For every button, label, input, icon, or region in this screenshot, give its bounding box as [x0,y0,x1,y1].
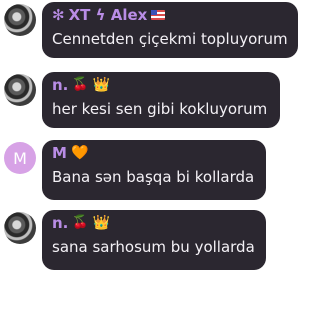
avatar[interactable] [4,212,36,244]
cherry-icon: 🍒 [72,77,89,92]
sender-name[interactable]: M [52,144,67,162]
avatar[interactable] [4,4,36,36]
sender-name[interactable]: n. [52,76,68,94]
message-bubble[interactable]: n. 🍒 👑 sana sarhosum bu yollarda [42,210,266,270]
sender-name[interactable]: n. [52,214,68,232]
flag-icon [151,10,166,20]
message-text: Cennetden çiçekmi topluyorum [52,30,288,48]
avatar[interactable] [4,74,36,106]
crown-icon: 👑 [92,215,111,231]
sender-name-row: M 🧡 [52,144,256,162]
message-text: sana sarhosum bu yollarda [52,238,255,256]
avatar[interactable]: M [4,142,36,174]
heart-icon: 🧡 [70,145,89,161]
message-text: her kesi sen gibi kokluyorum [52,100,268,118]
message-bubble[interactable]: n. 🍒 👑 her kesi sen gibi kokluyorum [42,72,280,128]
sender-name-row: n. 🍒 👑 [52,76,270,94]
sender-name-row: ✻ XT ϟ Alex [52,6,288,24]
chat-list: ✻ XT ϟ Alex Cennetden çiçekmi topluyorum… [0,0,302,320]
avatar-letter: M [13,148,27,168]
sender-name[interactable]: XT ϟ Alex [69,6,148,24]
crown-icon: 👑 [92,77,111,93]
message-bubble[interactable]: M 🧡 Bana sən başqa bi kollarda [42,140,266,200]
decorative-star-icon: ✻ [52,6,65,24]
message-bubble[interactable]: ✻ XT ϟ Alex Cennetden çiçekmi topluyorum [42,2,298,58]
sender-name-row: n. 🍒 👑 [52,214,256,232]
message-text: Bana sən başqa bi kollarda [52,168,255,186]
cherry-icon: 🍒 [72,215,89,230]
